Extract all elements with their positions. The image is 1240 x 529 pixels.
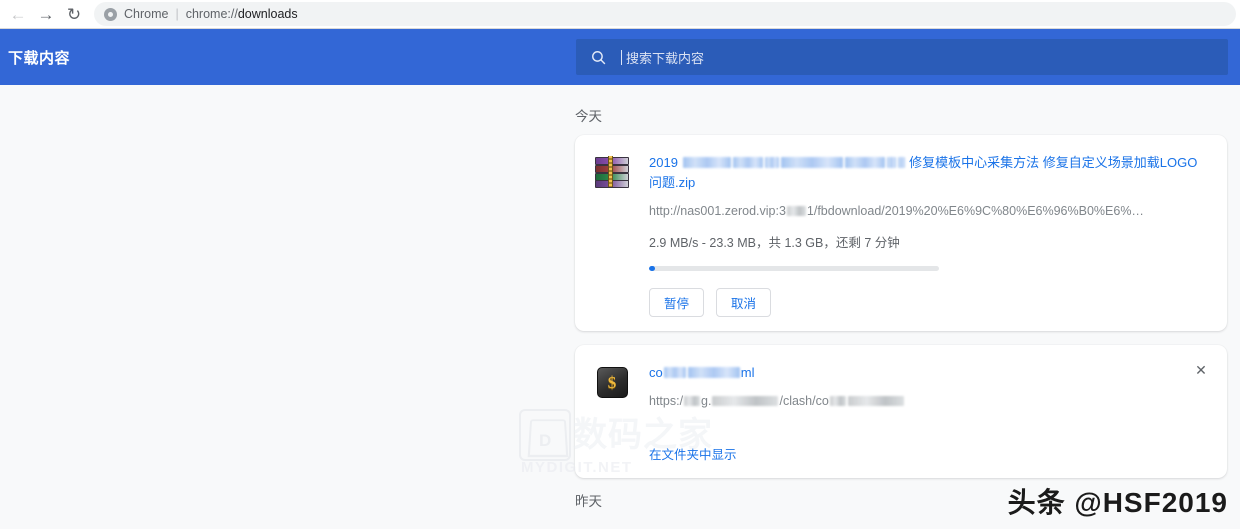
redaction-block [712,396,779,406]
download-progress-bar [649,266,939,271]
redaction-block [764,157,779,168]
download-actions: 暂停 取消 [649,288,1227,317]
winrar-archive-icon [595,156,629,188]
redaction-block [897,157,905,168]
redaction-block [847,396,904,406]
redaction-block [886,157,896,168]
file-name-prefix: 2019 [649,155,682,170]
omnibox-url: chrome://downloads [186,7,298,21]
back-icon[interactable]: ← [4,1,32,27]
file-icon-cell: $ [575,345,649,478]
download-item-zip[interactable]: 2019 修复模板中心采集方法 修复自定义场景加载LOGO问题.zip http… [575,135,1227,331]
url-suffix: /clash/co [779,394,829,408]
download-item-yaml[interactable]: $ co ml https:/ g. /clash/co 在文件夹中显示 ✕ [575,345,1227,478]
url-suffix: 1/fbdownload/2019%20%E6%9C%80%E6%96%B0%E… [806,204,1144,218]
search-input[interactable]: 搜索下载内容 [576,39,1228,75]
redaction-block [682,157,731,168]
redaction-block [687,367,740,378]
search-text-caret [621,49,622,65]
file-name-suffix: ml [740,365,755,380]
omnibox-url-scheme: chrome:// [185,7,238,21]
search-placeholder: 搜索下载内容 [626,50,705,66]
downloads-list: 今天 2019 修复模板中心采集方法 修复自定义场景加载LOGO问题.zip h… [0,85,1240,520]
redaction-block [684,396,701,406]
download-progress-fill [649,266,655,271]
file-source-url: http://nas001.zerod.vip:3 1/fbdownload/20… [649,204,1227,218]
arrow-right-icon[interactable]: → [32,1,60,27]
download-item-body: co ml https:/ g. /clash/co 在文件夹中显示 [649,345,1227,478]
close-icon[interactable]: ✕ [1192,361,1210,379]
date-header-today: 今天 [575,109,602,124]
show-in-folder-link[interactable]: 在文件夹中显示 [649,444,737,463]
file-name-link[interactable]: co ml [649,363,1227,383]
file-name-link[interactable]: 2019 修复模板中心采集方法 修复自定义场景加载LOGO问题.zip [649,153,1227,193]
file-name-prefix: co [649,365,663,380]
file-source-url: https:/ g. /clash/co [649,394,1227,408]
url-prefix: https:/ [649,394,684,408]
script-file-icon: $ [596,367,628,398]
pause-button[interactable]: 暂停 [649,288,705,317]
download-item-body: 2019 修复模板中心采集方法 修复自定义场景加载LOGO问题.zip http… [649,135,1227,331]
omnibox-brand-label: Chrome [124,7,169,21]
cancel-button[interactable]: 取消 [716,288,772,317]
file-icon-cell [575,135,649,331]
address-bar[interactable]: Chrome | chrome://downloads [94,2,1236,26]
browser-toolbar: ← → ↻ Chrome | chrome://downloads [0,0,1240,29]
search-icon [592,50,606,64]
omnibox-separator: | [175,7,179,21]
omnibox-url-path: downloads [237,7,298,21]
redaction-block [663,367,686,378]
chrome-logo-icon [104,7,117,21]
redaction-block [780,157,843,168]
redaction-block [844,157,885,168]
downloads-toolbar: 下载内容 搜索下载内容 [0,29,1240,85]
reload-icon[interactable]: ↻ [60,1,88,27]
file-name-suffix: 修复模板中心采集方法 修复自定义场景加载LOGO问题.zip [649,155,1198,190]
redaction-block [829,396,846,406]
url-prefix: http://nas001.zerod.vip:3 [649,204,786,218]
url-mid: g. [701,394,712,408]
redaction-block [732,157,763,168]
redaction-block [786,206,806,216]
download-status-text: 2.9 MB/s - 23.3 MB，共 1.3 GB，还剩 7 分钟 [649,236,900,250]
downloads-page: 下载内容 搜索下载内容 今天 2019 修复模板中心采集方法 修复自定义场景加载… [0,29,1240,529]
page-title: 下载内容 [8,49,71,67]
date-header-yesterday: 昨天 [575,494,602,509]
